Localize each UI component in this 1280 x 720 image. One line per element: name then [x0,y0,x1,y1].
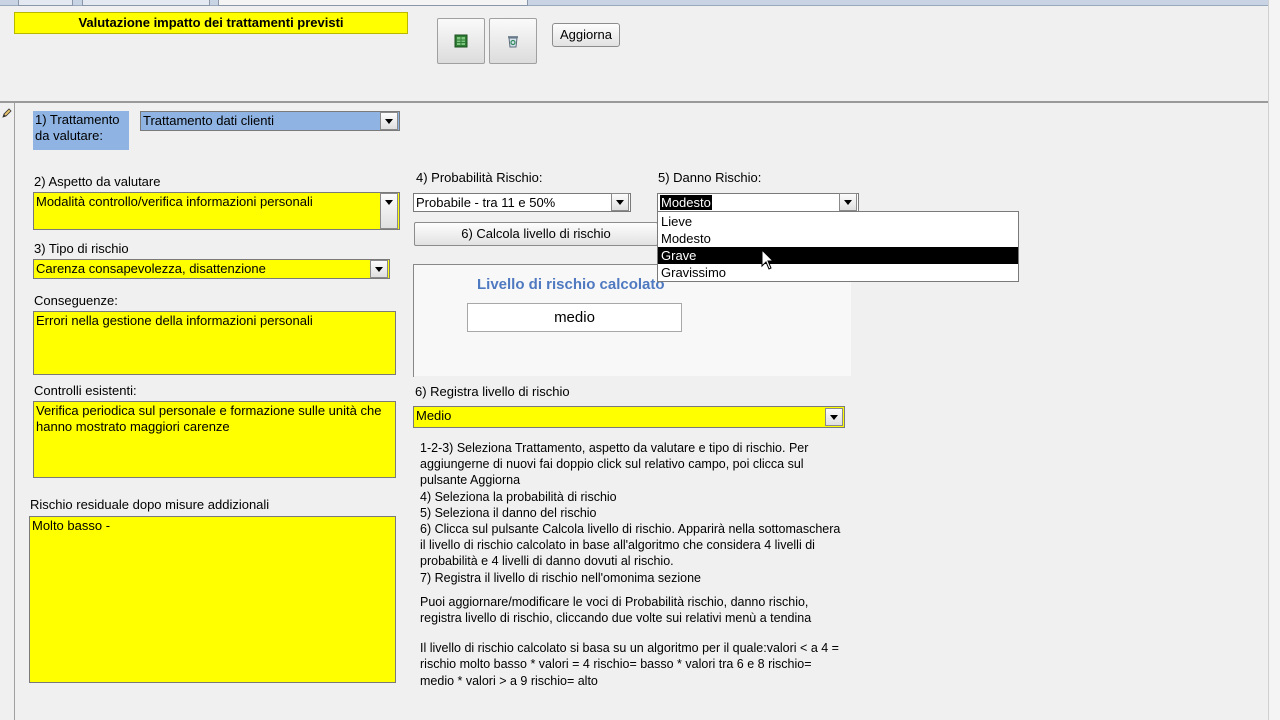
registra-dropdown-arrow[interactable] [825,408,843,426]
excel-icon [454,34,468,48]
aspetto-value: Modalità controllo/verifica informazioni… [36,194,313,209]
conseguenze-field[interactable]: Errori nella gestione della informazioni… [33,311,396,375]
instruction-line: 1-2-3) Seleziona Trattamento, aspetto da… [420,441,809,488]
record-selector[interactable] [0,103,15,720]
delete-record-button[interactable] [489,18,537,64]
controlli-field[interactable]: Verifica periodica sul personale e forma… [33,401,396,478]
instruction-line: Il livello di rischio calcolato si basa … [420,641,839,688]
danno-combo[interactable]: Modesto [657,193,859,212]
danno-value: Modesto [660,195,712,210]
instruction-line: 5) Seleziona il danno del rischio [420,505,597,520]
pencil-icon [2,108,12,118]
instruction-line: 7) Registra il livello di rischio nell'o… [420,570,701,585]
aspetto-label: 2) Aspetto da valutare [34,174,161,189]
trattamento-value: Trattamento dati clienti [143,113,275,128]
residuo-label: Rischio residuale dopo misure addizional… [30,497,270,512]
danno-option[interactable]: Lieve [658,213,1018,230]
tipo-dropdown-arrow[interactable] [370,260,388,278]
probabilita-combo[interactable]: Probabile - tra 11 e 50% [413,193,631,212]
page-title: Valutazione impatto dei trattamenti prev… [14,12,408,34]
conseguenze-label: Conseguenze: [34,293,118,308]
probabilita-value: Probabile - tra 11 e 50% [416,195,556,210]
aspetto-dropdown-arrow[interactable] [380,193,398,229]
trattamento-combo[interactable]: Trattamento dati clienti [140,111,400,131]
danno-options-list[interactable]: Lieve Modesto Grave Gravissimo [657,211,1019,282]
trattamento-label: 1) Trattamento da valutare: [33,111,129,150]
trattamento-dropdown-arrow[interactable] [380,112,398,130]
instructions-text: 1-2-3) Seleziona Trattamento, aspetto da… [420,440,845,689]
instruction-line: 4) Seleziona la probabilità di rischio [420,489,617,504]
risk-level-value: medio [467,303,682,332]
danno-dropdown-arrow[interactable] [839,193,857,211]
probabilita-label: 4) Probabilità Rischio: [416,170,543,185]
registra-label: 6) Registra livello di rischio [415,384,570,399]
calcola-livello-button[interactable]: 6) Calcola livello di rischio [414,222,658,246]
recycle-bin-icon [508,36,518,48]
danno-option-highlighted[interactable]: Grave [658,247,1018,264]
export-excel-button[interactable] [437,18,485,64]
residuo-field[interactable]: Molto basso - [29,516,396,683]
mouse-cursor-icon [761,249,775,270]
danno-label: 5) Danno Rischio: [658,170,762,185]
registra-combo[interactable]: Medio [413,406,845,428]
danno-option[interactable]: Modesto [658,230,1018,247]
instruction-line: Puoi aggiornare/modificare le voci di Pr… [420,594,812,626]
danno-option[interactable]: Gravissimo [658,264,1018,281]
controlli-label: Controlli esistenti: [34,383,137,398]
instruction-line: 6) Clicca sul pulsante Calcola livello d… [420,522,841,569]
refresh-button[interactable]: Aggiorna [552,23,620,47]
tipo-label: 3) Tipo di rischio [34,241,129,256]
tipo-combo[interactable]: Carenza consapevolezza, disattenzione [33,259,390,279]
registra-value: Medio [416,408,452,423]
probabilita-dropdown-arrow[interactable] [611,193,629,211]
aspetto-combo[interactable]: Modalità controllo/verifica informazioni… [33,192,400,230]
risk-level-title: Livello di rischio calcolato [477,276,665,293]
vertical-scrollbar[interactable] [1268,0,1280,720]
tipo-value: Carenza consapevolezza, disattenzione [36,261,266,276]
